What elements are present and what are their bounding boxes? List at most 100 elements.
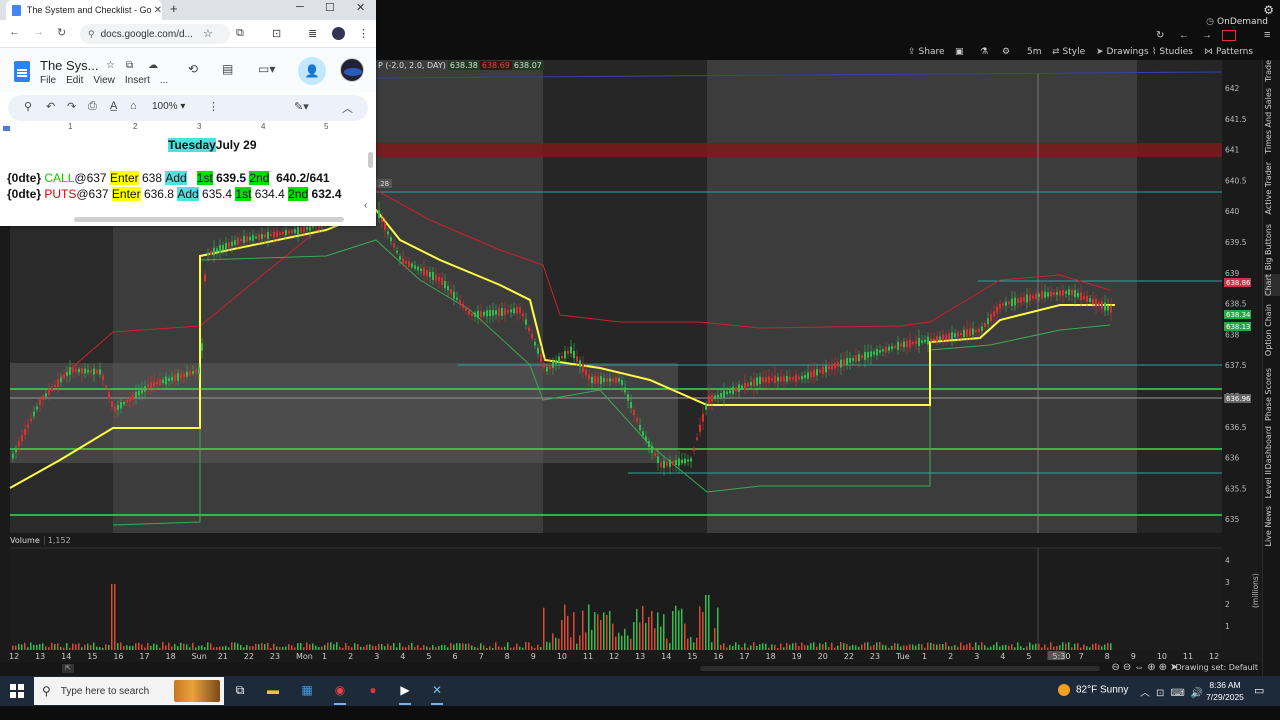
side-tab-big-buttons[interactable]: Big Buttons (1264, 224, 1280, 270)
doc-vertical-scrollbar[interactable] (368, 152, 373, 168)
minimize-button[interactable]: ─ (296, 1, 304, 13)
forward-arrow-icon[interactable]: → (1202, 30, 1212, 41)
drawings-button[interactable]: ➤ Drawings (1096, 47, 1149, 57)
meet-icon[interactable]: ▭▾ (258, 62, 275, 76)
app-icon-red[interactable]: ● (364, 683, 382, 699)
share-button[interactable]: ⇪ Share (908, 47, 945, 57)
task-view-icon[interactable]: ⧉ (231, 683, 249, 699)
history-icon[interactable]: ⟲ (188, 62, 198, 76)
doc-horizontal-scrollbar[interactable] (74, 217, 344, 222)
side-tab-trade[interactable]: Trade (1264, 60, 1280, 82)
volume-bar (1059, 645, 1061, 650)
thinkorswim-icon[interactable]: ✕ (428, 683, 446, 705)
side-tab-chart[interactable]: Chart (1264, 274, 1280, 296)
refresh-icon[interactable]: ↻ (1156, 30, 1164, 41)
ruler-indent-marker[interactable] (3, 126, 10, 131)
file-explorer-icon[interactable]: ▬ (264, 683, 282, 699)
forward-icon[interactable]: → (33, 26, 44, 38)
settings-icon[interactable]: ⚙ (1002, 47, 1010, 57)
windows-start-icon[interactable] (10, 684, 24, 698)
chrome-menu-icon[interactable]: ⋮ (358, 27, 369, 40)
candle-body (687, 459, 689, 462)
paint-format-icon[interactable]: ⌂ (130, 100, 137, 112)
more-tools-icon[interactable]: ⋮ (208, 100, 219, 113)
cast-icon[interactable]: ⊡ (272, 27, 281, 40)
layout-icon[interactable]: ▣ (955, 47, 964, 57)
docs-logo-icon[interactable] (14, 61, 30, 82)
notification-icon[interactable]: ▭ (1254, 684, 1264, 697)
taskbar-search[interactable]: ⚲ Type here to search (34, 677, 224, 705)
store-icon[interactable]: ▦ (298, 683, 316, 699)
share-user-button[interactable]: 👤 (298, 57, 326, 85)
expand-collapse-icon[interactable]: ⇱ (62, 664, 74, 673)
side-tab-phase-scores[interactable]: Phase Scores (1264, 368, 1280, 421)
side-tab-level-ii[interactable]: Level II (1264, 470, 1280, 498)
candle-body (1089, 298, 1091, 303)
redo-icon[interactable]: ↷ (67, 100, 76, 113)
volume-bar (918, 643, 920, 650)
grid-layout-icon[interactable] (1222, 30, 1236, 41)
menu-icon[interactable]: ≡ (1264, 29, 1270, 41)
new-tab-button[interactable]: + (170, 1, 178, 16)
system-tray[interactable]: ︿⊡⌨🔊 (1140, 684, 1209, 699)
avatar[interactable] (340, 58, 364, 82)
doc-page[interactable]: TuesdayJuly 29 {0dte} CALL@637 Enter 638… (0, 134, 376, 226)
reload-icon[interactable]: ↻ (57, 26, 66, 39)
collapse-side-panel-icon[interactable]: ‹ (364, 200, 367, 211)
back-icon[interactable]: ← (9, 26, 20, 38)
tab-docs[interactable]: The System and Checklist - Go ✕ (6, 0, 162, 20)
ondemand-button[interactable]: ◷ OnDemand (1206, 17, 1268, 27)
side-tab-dashboard[interactable]: Dashboard (1264, 426, 1280, 469)
close-window-button[interactable]: ✕ (356, 1, 365, 14)
collapse-toolbar-icon[interactable]: ︿ (342, 100, 353, 116)
resistance-zone (376, 143, 1222, 157)
back-arrow-icon[interactable]: ← (1179, 30, 1189, 41)
close-tab-icon[interactable]: ✕ (154, 5, 162, 16)
side-tab-times-and-sales[interactable]: Times And Sales (1264, 88, 1280, 154)
menu-insert[interactable]: Insert (125, 75, 150, 86)
cloud-status-icon[interactable]: ☁ (148, 60, 158, 71)
menu-edit[interactable]: Edit (66, 75, 83, 86)
zoom-controls[interactable]: ⊖⊖⇔⊕⊕ (1111, 662, 1170, 673)
bookmark-star-icon[interactable]: ☆ (203, 27, 213, 40)
volume-bar (975, 642, 977, 650)
menu-more[interactable]: ... (160, 75, 168, 86)
extensions-icon[interactable]: ⧉ (236, 27, 244, 40)
studies-button[interactable]: ⌇ Studies (1152, 47, 1193, 57)
search-menus-icon[interactable]: ⚲ (24, 100, 32, 113)
taskbar-clock[interactable]: 8:36 AM 7/29/2025 (1205, 679, 1245, 703)
side-tab-active-trader[interactable]: Active Trader (1264, 162, 1280, 214)
maximize-button[interactable]: ☐ (325, 1, 335, 14)
drawing-set-label[interactable]: Drawing set: Default (1175, 663, 1258, 672)
volume-bar (327, 642, 329, 650)
volume-study-label[interactable]: Volume 1,152 (10, 536, 71, 545)
style-button[interactable]: ⇄ Style (1052, 47, 1085, 57)
volume-bar (891, 645, 893, 650)
side-tab-live-news[interactable]: Live News (1264, 506, 1280, 547)
media-player-icon[interactable]: ▶ (396, 683, 414, 705)
patterns-button[interactable]: ⋈ Patterns (1204, 47, 1253, 57)
chrome-icon[interactable]: ◉ (331, 683, 349, 705)
profile-icon[interactable] (332, 27, 345, 40)
time-axis-label: 1 (922, 652, 927, 661)
spellcheck-icon[interactable]: A̲ (110, 100, 117, 112)
timeframe-button[interactable]: 5m (1027, 47, 1042, 57)
comments-icon[interactable]: ▤ (222, 62, 233, 76)
zoom-select[interactable]: 100% ▾ (152, 101, 185, 112)
editing-mode-icon[interactable]: ✎▾ (294, 100, 309, 113)
media-icon[interactable]: ≣ (308, 27, 317, 40)
chart-scrollbar[interactable] (700, 666, 1100, 671)
gear-icon[interactable]: ⚙ (1263, 3, 1274, 17)
volume-bar (27, 647, 29, 650)
print-icon[interactable]: ⎙ (88, 100, 97, 113)
menu-file[interactable]: File (40, 75, 56, 86)
star-icon[interactable]: ☆ (106, 60, 115, 71)
move-icon[interactable]: ⧉ (126, 60, 133, 71)
candle-body (30, 418, 32, 422)
doc-title[interactable]: The Sys... (40, 58, 99, 73)
menu-view[interactable]: View (93, 75, 115, 86)
weather-widget[interactable]: 82°F Sunny (1058, 684, 1128, 696)
flask-icon[interactable]: ⚗ (980, 47, 988, 57)
undo-icon[interactable]: ↶ (46, 100, 55, 113)
side-tab-option-chain[interactable]: Option Chain (1264, 304, 1280, 356)
